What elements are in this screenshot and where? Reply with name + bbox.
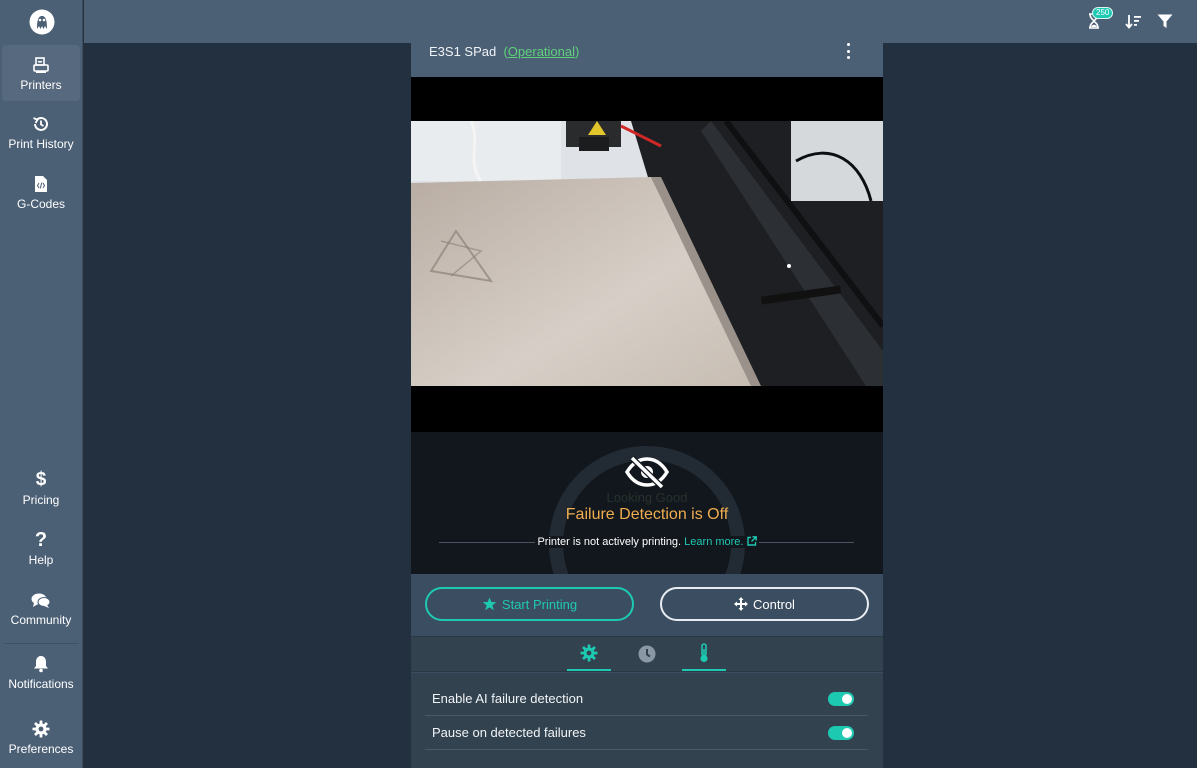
filter-icon xyxy=(1157,14,1173,28)
pause-on-failure-toggle[interactable] xyxy=(828,725,854,740)
sidebar-item-g-codes[interactable]: G-Codes xyxy=(2,164,80,220)
clock-icon xyxy=(638,645,656,663)
printer-title: E3S1 SPad (Operational) xyxy=(429,44,579,59)
setting-pause-on-failure-row: Pause on detected failures xyxy=(425,716,868,750)
sidebar-item-label: Pricing xyxy=(22,493,60,507)
star-icon xyxy=(482,597,497,611)
setting-ai-detection-row: Enable AI failure detection xyxy=(425,682,868,716)
print-time-button[interactable]: 250 xyxy=(1084,7,1114,31)
more-options-button[interactable] xyxy=(843,43,853,59)
sidebar-item-label: Help xyxy=(28,553,54,567)
setting-label: Pause on detected failures xyxy=(432,725,586,740)
thermometer-icon xyxy=(700,643,708,663)
gauge-label: Looking Good xyxy=(606,490,688,505)
comments-icon xyxy=(31,590,51,610)
not-printing-text: Printer is not actively printing. xyxy=(537,536,682,548)
filter-button[interactable] xyxy=(1155,11,1175,31)
kebab-dot-icon xyxy=(846,43,850,46)
sidebar-item-print-history[interactable]: Print History xyxy=(2,104,80,160)
sidebar-item-community[interactable]: Community xyxy=(2,580,80,636)
external-link-icon xyxy=(746,536,757,546)
sidebar-item-notifications[interactable]: Notifications xyxy=(2,644,80,700)
printer-status-link[interactable]: Operational xyxy=(508,44,575,59)
printer-name: E3S1 SPad xyxy=(429,44,497,59)
sidebar-item-label: Printers xyxy=(20,78,62,92)
learn-more-label: Learn more. xyxy=(684,536,744,548)
printer-icon xyxy=(33,55,49,75)
sidebar-item-preferences[interactable]: Preferences xyxy=(2,709,80,765)
gear-icon xyxy=(580,644,598,662)
tab-time[interactable] xyxy=(625,637,669,671)
control-button[interactable]: Control xyxy=(660,587,869,621)
sidebar-item-label: Notifications xyxy=(8,677,74,691)
octopus-logo-icon xyxy=(29,9,54,34)
code-file-icon xyxy=(34,174,48,194)
failure-detection-title: Failure Detection is Off xyxy=(565,506,729,523)
tab-settings[interactable] xyxy=(567,637,611,671)
printer-card: E3S1 SPad (Operational) Looking Good Fai… xyxy=(411,43,883,768)
sort-button[interactable] xyxy=(1123,11,1143,31)
history-icon xyxy=(32,114,50,134)
start-printing-label: Start Printing xyxy=(501,596,578,612)
sidebar-item-label: Print History xyxy=(8,137,74,151)
printer-bed-snapshot xyxy=(411,121,883,386)
sidebar-item-printers[interactable]: Printers xyxy=(2,45,80,101)
gear-icon xyxy=(32,719,50,739)
failure-detection-panel: Looking Good Failure Detection is Off Pr… xyxy=(411,432,883,574)
control-label: Control xyxy=(753,596,795,612)
setting-label: Enable AI failure detection xyxy=(432,691,584,706)
app-logo[interactable] xyxy=(0,0,83,43)
ai-detection-toggle[interactable] xyxy=(828,691,854,706)
webcam-image xyxy=(411,121,883,386)
move-arrows-icon xyxy=(734,597,749,611)
eye-slash-icon xyxy=(624,455,670,489)
sidebar-item-help[interactable]: ? Help xyxy=(2,520,80,576)
sidebar-item-label: Preferences xyxy=(8,742,74,756)
dollar-icon: $ xyxy=(35,469,47,490)
print-time-badge: 250 xyxy=(1092,7,1114,19)
learn-more-link[interactable]: Learn more. xyxy=(684,536,757,548)
question-icon: ? xyxy=(34,529,48,551)
sidebar-item-label: G-Codes xyxy=(16,197,66,211)
status-close-paren: ) xyxy=(575,44,580,59)
sidebar-item-pricing[interactable]: $ Pricing xyxy=(2,460,80,516)
settings-panel: Enable AI failure detection Pause on det… xyxy=(411,673,883,768)
kebab-dot-icon xyxy=(846,49,850,53)
tab-temperature[interactable] xyxy=(682,637,726,671)
sidebar-item-label: Community xyxy=(10,613,72,627)
webcam-stream[interactable] xyxy=(411,77,883,432)
bell-icon xyxy=(33,654,49,674)
card-tabs xyxy=(411,636,883,672)
printer-card-header: E3S1 SPad (Operational) xyxy=(411,43,883,77)
kebab-dot-icon xyxy=(846,56,850,59)
sidebar: Printers Print History G-Codes $ Pricing… xyxy=(0,0,83,768)
sort-icon xyxy=(1125,14,1141,29)
failure-detection-message: Printer is not actively printing. Learn … xyxy=(411,536,883,548)
top-bar: 250 xyxy=(84,0,1197,43)
start-printing-button[interactable]: Start Printing xyxy=(425,587,634,621)
